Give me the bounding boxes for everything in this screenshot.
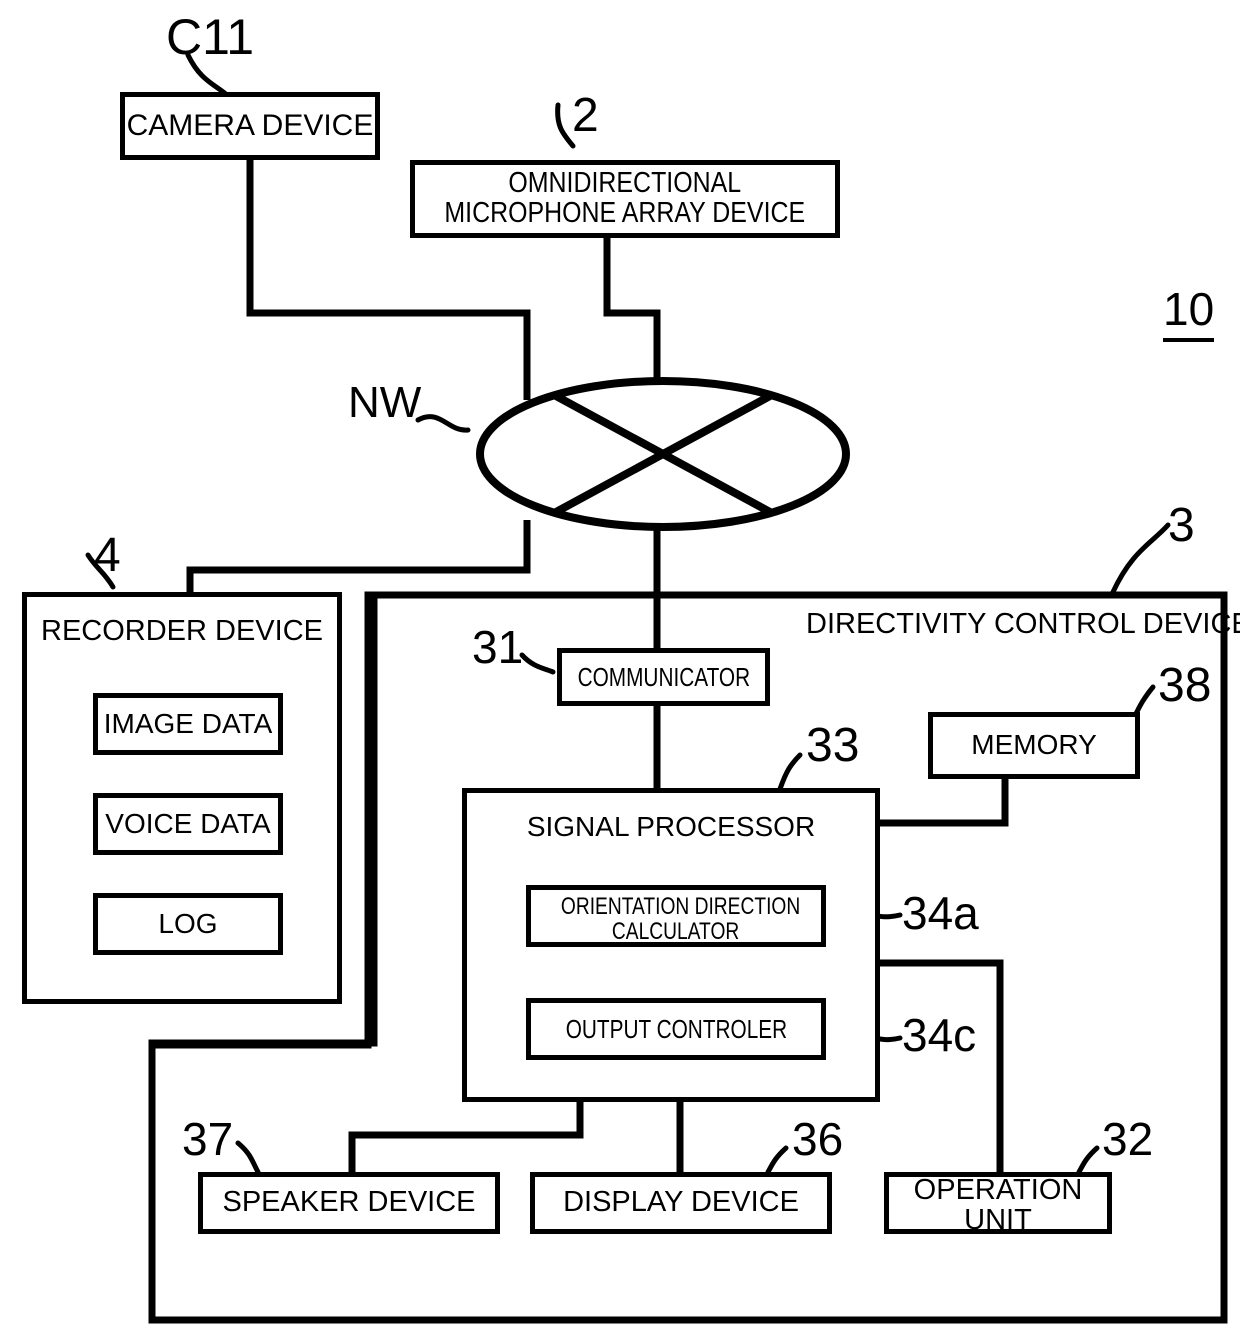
leader-37	[235, 1140, 261, 1175]
operation-unit-box[interactable]: OPERATION UNIT	[884, 1172, 1112, 1237]
log-label: LOG	[158, 907, 218, 939]
recorder-device-box[interactable]: RECORDER DEVICE IMAGE DATA VOICE DATA LO…	[22, 592, 342, 1004]
operation-unit-label-line2: UNIT	[964, 1204, 1032, 1237]
ref-34a: 34a	[902, 887, 979, 939]
speaker-device-label: SPEAKER DEVICE	[222, 1186, 476, 1219]
display-device-box[interactable]: DISPLAY DEVICE	[530, 1172, 832, 1234]
wire-signal-processor-to-operation-unit	[880, 959, 1004, 1172]
leader-36	[765, 1145, 789, 1175]
voice-data-box[interactable]: VOICE DATA	[93, 793, 283, 855]
ref-36: 36	[792, 1113, 844, 1165]
leader-2	[555, 102, 576, 149]
leader-nw	[415, 414, 471, 433]
output-controller-label: OUTPUT CONTROLER	[565, 1013, 787, 1044]
ref-32: 32	[1102, 1113, 1154, 1165]
camera-device-label: CAMERA DEVICE	[126, 108, 374, 142]
wire-network-to-recorder	[186, 520, 531, 596]
communicator-label: COMMUNICATOR	[577, 661, 750, 692]
memory-label: MEMORY	[971, 729, 1097, 761]
ref-3: 3	[1168, 499, 1195, 552]
leader-31	[519, 652, 556, 675]
log-box[interactable]: LOG	[93, 893, 283, 955]
ref-c11: C11	[166, 9, 255, 65]
mic-array-device-box[interactable]: OMNIDIRECTIONAL MICROPHONE ARRAY DEVICE	[410, 160, 840, 238]
mic-array-device-label: OMNIDIRECTIONAL MICROPHONE ARRAY DEVICE	[444, 167, 806, 229]
ref-33: 33	[806, 719, 860, 772]
image-data-label: IMAGE DATA	[103, 707, 273, 739]
wire-mic-to-network	[603, 236, 661, 380]
ref-2: 2	[572, 89, 599, 142]
ref-34c: 34c	[902, 1009, 977, 1061]
voice-data-label: VOICE DATA	[105, 807, 271, 839]
ref-38: 38	[1158, 659, 1212, 712]
signal-processor-label: SIGNAL PROCESSOR	[526, 811, 816, 842]
patent-figure: CAMERA DEVICE OMNIDIRECTIONAL MICROPHONE…	[0, 0, 1240, 1342]
camera-device-box[interactable]: CAMERA DEVICE	[120, 92, 380, 160]
wire-signal-processor-to-speaker	[348, 1102, 584, 1172]
ref-31: 31	[472, 621, 524, 673]
leader-33	[777, 752, 803, 792]
display-device-label: DISPLAY DEVICE	[563, 1186, 799, 1219]
ref-37: 37	[182, 1113, 234, 1165]
orientation-direction-calculator-box[interactable]: ORIENTATION DIRECTION CALCULATOR	[526, 885, 826, 947]
operation-unit-label-line1: OPERATION	[913, 1174, 1083, 1206]
recorder-device-label: RECORDER DEVICE	[41, 615, 323, 647]
signal-processor-box[interactable]: SIGNAL PROCESSOR ORIENTATION DIRECTION C…	[462, 788, 880, 1102]
ref-system-10: 10	[1163, 282, 1215, 342]
output-controller-box[interactable]: OUTPUT CONTROLER	[526, 998, 826, 1060]
speaker-device-box[interactable]: SPEAKER DEVICE	[198, 1172, 500, 1234]
leader-3	[1110, 522, 1171, 595]
orientation-direction-calculator-label-line1: ORIENTATION DIRECTION	[560, 893, 801, 920]
orientation-direction-calculator-label-line2: CALCULATOR	[612, 918, 740, 946]
communicator-box[interactable]: COMMUNICATOR	[557, 648, 770, 706]
network-label: NW	[348, 378, 422, 427]
leader-32	[1076, 1145, 1100, 1175]
image-data-box[interactable]: IMAGE DATA	[93, 693, 283, 755]
memory-box[interactable]: MEMORY	[928, 712, 1140, 779]
ref-4: 4	[94, 529, 121, 582]
wire-signal-processor-to-memory	[880, 779, 1009, 827]
directivity-control-device-label: DIRECTIVITY CONTROL DEVICE	[806, 608, 1240, 640]
